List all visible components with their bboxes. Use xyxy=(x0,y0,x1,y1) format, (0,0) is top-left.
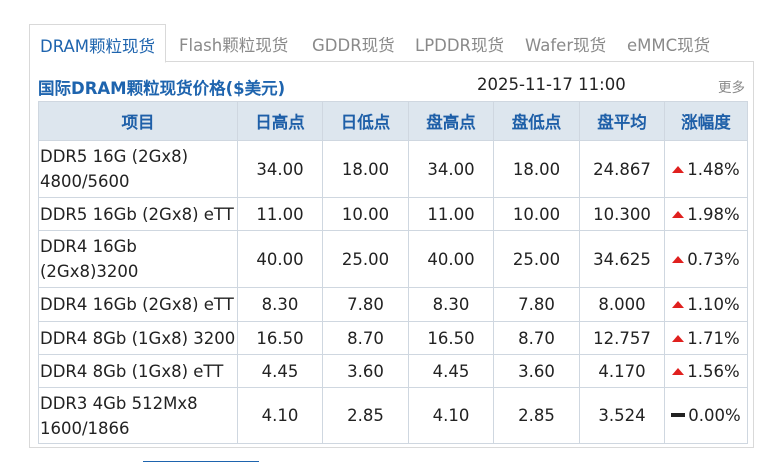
table-row: DDR5 16G (2Gx8) 4800/5600 34.00 18.00 34.00… xyxy=(38,140,748,198)
item-cell[interactable]: DDR4 16Gb (2Gx8) eTT xyxy=(38,287,238,322)
change-value: 1.10% xyxy=(687,295,740,314)
tab-gddr-spot[interactable]: GDDR现货 xyxy=(312,32,395,56)
change-cell: 1.10% xyxy=(664,287,748,322)
change-value: 0.00% xyxy=(688,406,741,425)
table-row: DDR5 16Gb (2Gx8) eTT 11.00 10.00 11.00 10.00… xyxy=(38,197,748,231)
day-high-cell: 4.10 xyxy=(237,387,323,444)
change-value: 1.48% xyxy=(687,159,740,179)
session-high-cell: 40.00 xyxy=(408,230,494,288)
table-row: DDR4 16Gb (2Gx8) eTT 8.30 7.80 8.30 7.80 8.00… xyxy=(38,287,748,322)
session-average-cell: 24.867 xyxy=(579,140,665,198)
session-average-cell: 3.524 xyxy=(579,387,665,444)
tab-dram-spot[interactable]: DRAM颗粒现货 xyxy=(29,24,167,63)
dram-spot-price-widget: DRAM颗粒现货 Flash颗粒现货 GDDR现货 LPDDR现货 Wafer现… xyxy=(29,24,754,448)
day-low-cell: 8.70 xyxy=(322,321,409,355)
day-low-cell: 25.00 xyxy=(322,230,409,288)
update-timestamp: 2025-11-17 11:00 xyxy=(477,75,626,94)
more-link[interactable]: 更多 xyxy=(718,76,745,96)
session-high-cell: 4.10 xyxy=(408,387,494,444)
red-up-triangle-icon xyxy=(672,367,685,375)
tab-flash-spot[interactable]: Flash颗粒现货 xyxy=(179,32,288,56)
day-low-cell: 18.00 xyxy=(322,140,409,198)
change-cell: 1.98% xyxy=(664,197,748,231)
red-up-triangle-icon xyxy=(672,255,685,263)
tab-emmc-spot[interactable]: eMMC现货 xyxy=(627,32,710,56)
change-value: 0.73% xyxy=(687,249,740,269)
header-session-low: 盘低点 xyxy=(493,101,580,141)
session-average-cell: 8.000 xyxy=(579,287,665,322)
header-day-high: 日高点 xyxy=(237,101,323,141)
panel-title[interactable]: 国际DRAM颗粒现货价格($美元) xyxy=(38,75,285,99)
change-cell: 0.00% xyxy=(664,387,748,444)
session-average-cell: 34.625 xyxy=(579,230,665,288)
change-cell: 1.71% xyxy=(664,321,748,355)
tab-wafer-spot[interactable]: Wafer现货 xyxy=(525,32,606,56)
session-high-cell: 16.50 xyxy=(408,321,494,355)
red-up-triangle-icon xyxy=(672,301,685,308)
session-average-cell: 12.757 xyxy=(579,321,665,355)
change-value: 1.71% xyxy=(687,328,740,348)
header-item: 项目 xyxy=(38,101,238,141)
session-high-cell: 34.00 xyxy=(408,140,494,198)
item-cell[interactable]: DDR5 16Gb (2Gx8) eTT xyxy=(38,197,238,231)
day-low-cell: 3.60 xyxy=(322,354,409,388)
day-high-cell: 16.50 xyxy=(237,321,323,355)
bottom-tab-indicator xyxy=(143,461,259,465)
change-value: 1.98% xyxy=(687,204,740,224)
session-high-cell: 8.30 xyxy=(408,287,494,322)
session-low-cell: 2.85 xyxy=(493,387,580,444)
day-low-cell: 2.85 xyxy=(322,387,409,444)
day-high-cell: 11.00 xyxy=(237,197,323,231)
header-day-low: 日低点 xyxy=(322,101,409,141)
price-table: 项目 日高点 日低点 盘高点 盘低点 盘平均 涨幅度 DDR5 16G (2Gx… xyxy=(38,101,748,444)
item-cell[interactable]: DDR4 16Gb (2Gx8)3200 xyxy=(38,230,238,288)
day-low-cell: 10.00 xyxy=(322,197,409,231)
red-up-triangle-icon xyxy=(672,334,685,342)
tab-bar: DRAM颗粒现货 Flash颗粒现货 GDDR现货 LPDDR现货 Wafer现… xyxy=(29,24,754,63)
session-low-cell: 7.80 xyxy=(493,287,580,322)
session-average-cell: 4.170 xyxy=(579,354,665,388)
session-average-cell: 10.300 xyxy=(579,197,665,231)
red-up-triangle-icon xyxy=(672,210,685,218)
day-low-cell: 7.80 xyxy=(322,287,409,322)
session-low-cell: 3.60 xyxy=(493,354,580,388)
session-low-cell: 25.00 xyxy=(493,230,580,288)
price-panel: 国际DRAM颗粒现货价格($美元) 2025-11-17 11:00 更多 项目… xyxy=(29,62,754,448)
tab-lpddr-spot[interactable]: LPDDR现货 xyxy=(415,32,504,56)
item-cell[interactable]: DDR3 4Gb 512Mx8 1600/1866 xyxy=(38,387,238,444)
table-row: DDR4 8Gb (1Gx8) eTT 4.45 3.60 4.45 3.60 4.170… xyxy=(38,354,748,388)
table-row: DDR4 16Gb (2Gx8)3200 40.00 25.00 40.00 25.00… xyxy=(38,230,748,288)
header-change: 涨幅度 xyxy=(664,101,748,141)
table-header-row: 项目 日高点 日低点 盘高点 盘低点 盘平均 涨幅度 xyxy=(38,101,748,141)
session-high-cell: 11.00 xyxy=(408,197,494,231)
change-cell: 1.56% xyxy=(664,354,748,388)
day-high-cell: 4.45 xyxy=(237,354,323,388)
session-low-cell: 18.00 xyxy=(493,140,580,198)
item-cell[interactable]: DDR5 16G (2Gx8) 4800/5600 xyxy=(38,140,238,198)
table-row: DDR3 4Gb 512Mx8 1600/1866 4.10 2.85 4.10 2.8… xyxy=(38,387,748,444)
header-session-average: 盘平均 xyxy=(579,101,665,141)
day-high-cell: 8.30 xyxy=(237,287,323,322)
item-cell[interactable]: DDR4 8Gb (1Gx8) 3200 xyxy=(38,321,238,355)
red-up-triangle-icon xyxy=(672,165,685,173)
session-high-cell: 4.45 xyxy=(408,354,494,388)
table-row: DDR4 8Gb (1Gx8) 3200 16.50 8.70 16.50 8.70 12… xyxy=(38,321,748,355)
change-cell: 0.73% xyxy=(664,230,748,288)
flat-dash-icon xyxy=(671,413,686,417)
change-cell: 1.48% xyxy=(664,140,748,198)
change-value: 1.56% xyxy=(687,361,740,381)
session-low-cell: 10.00 xyxy=(493,197,580,231)
day-high-cell: 40.00 xyxy=(237,230,323,288)
header-session-high: 盘高点 xyxy=(408,101,494,141)
session-low-cell: 8.70 xyxy=(493,321,580,355)
day-high-cell: 34.00 xyxy=(237,140,323,198)
item-cell[interactable]: DDR4 8Gb (1Gx8) eTT xyxy=(38,354,238,388)
